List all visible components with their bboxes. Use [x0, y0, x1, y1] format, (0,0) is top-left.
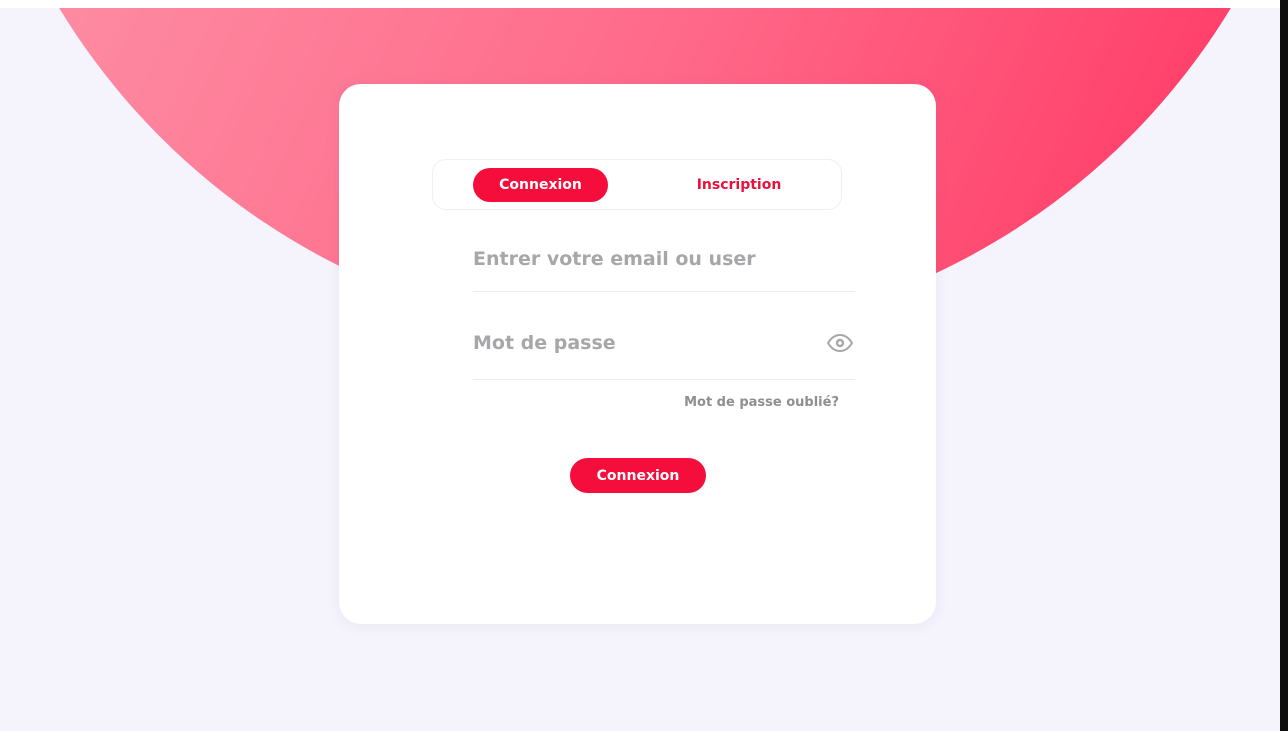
password-field	[473, 328, 855, 380]
window-edge	[1280, 0, 1288, 731]
login-page: Connexion Inscription Mot de passe oubli…	[0, 8, 1280, 731]
tab-inscription[interactable]: Inscription	[669, 168, 809, 202]
eye-icon[interactable]	[827, 334, 853, 352]
email-field	[473, 244, 855, 292]
email-input[interactable]	[473, 244, 855, 274]
password-input[interactable]	[473, 328, 813, 358]
login-card: Connexion Inscription Mot de passe oubli…	[339, 84, 936, 624]
forgot-password-link[interactable]: Mot de passe oublié?	[684, 395, 839, 410]
auth-tabs: Connexion Inscription	[432, 159, 842, 210]
login-submit-button[interactable]: Connexion	[570, 458, 706, 493]
tab-connexion[interactable]: Connexion	[473, 168, 608, 202]
